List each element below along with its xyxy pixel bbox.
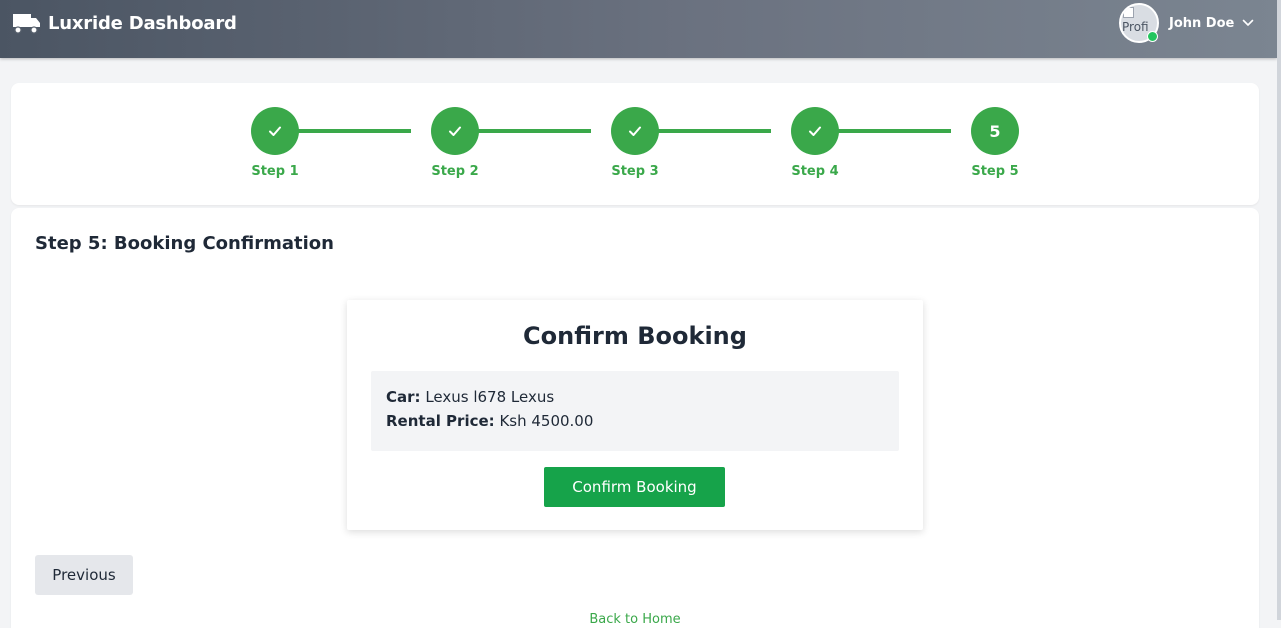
page-title: Step 5: Booking Confirmation (35, 233, 334, 254)
step-5-label: Step 5 (971, 164, 1019, 179)
chevron-down-icon[interactable] (1242, 19, 1254, 27)
step-3-label: Step 3 (611, 164, 659, 179)
step-connector (298, 129, 411, 133)
step-3-indicator[interactable] (611, 107, 659, 155)
check-icon (449, 126, 461, 136)
step-connector (478, 129, 591, 133)
online-status-dot (1147, 31, 1158, 42)
confirm-booking-button[interactable]: Confirm Booking (544, 467, 725, 507)
price-label: Rental Price: (386, 412, 495, 430)
step-5-indicator[interactable]: 5 (971, 107, 1019, 155)
truck-icon (13, 14, 40, 34)
price-detail: Rental Price: Ksh 4500.00 (386, 412, 593, 430)
previous-button[interactable]: Previous (35, 555, 133, 595)
step-2-label: Step 2 (431, 164, 479, 179)
step-connector (658, 129, 771, 133)
booking-details (371, 371, 899, 451)
car-detail: Car: Lexus l678 Lexus (386, 388, 554, 406)
car-label: Car: (386, 388, 421, 406)
confirm-title: Confirm Booking (523, 322, 747, 350)
brand[interactable]: Luxride Dashboard (11, 9, 237, 37)
brand-title: Luxride Dashboard (48, 12, 237, 34)
step-4-label: Step 4 (791, 164, 839, 179)
avatar-alt-text: Profi (1122, 20, 1149, 34)
step-1-label: Step 1 (251, 164, 299, 179)
step-4-indicator[interactable] (791, 107, 839, 155)
user-menu[interactable]: Profi John Doe (1119, 3, 1254, 43)
check-icon (269, 126, 281, 136)
step-5-number: 5 (989, 121, 1001, 141)
check-icon (809, 126, 821, 136)
step-2-indicator[interactable] (431, 107, 479, 155)
user-name[interactable]: John Doe (1169, 16, 1234, 31)
step-1-indicator[interactable] (251, 107, 299, 155)
page-scrollbar[interactable] (1277, 0, 1281, 620)
broken-image-icon (1123, 7, 1134, 18)
check-icon (629, 126, 641, 136)
step-connector (838, 129, 951, 133)
price-value: Ksh 4500.00 (499, 412, 594, 430)
car-value: Lexus l678 Lexus (425, 388, 555, 406)
